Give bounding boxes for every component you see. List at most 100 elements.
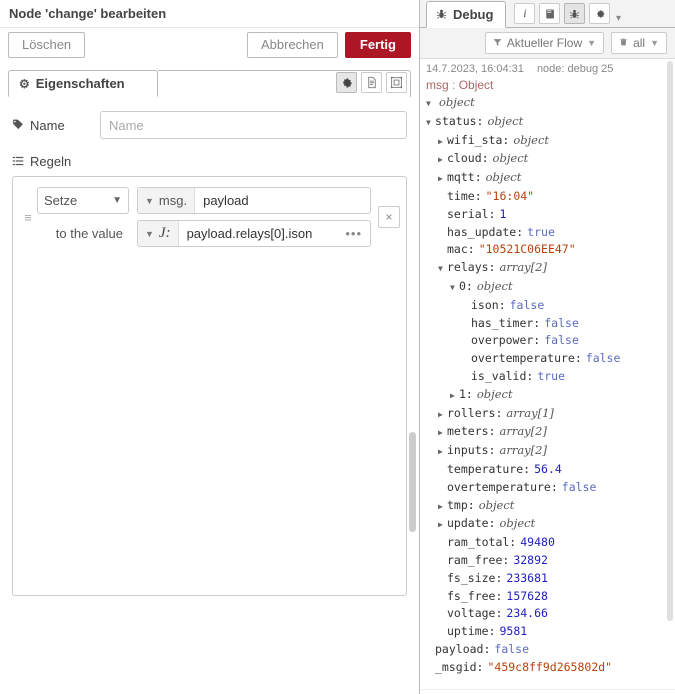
sidebar-more-icon[interactable]: ▾ (610, 13, 626, 24)
tree-node-key: status: (435, 113, 484, 128)
tree-node[interactable]: object (426, 94, 669, 113)
tree-node: mac: "10521C06EE47" (426, 241, 669, 259)
tree-node-key: payload: (435, 641, 491, 656)
tree-node-value: "10521C06EE47" (478, 242, 576, 257)
tree-node-value: false (585, 351, 621, 366)
name-label: Name (30, 117, 65, 133)
clear-messages-button[interactable]: all ▼ (611, 32, 667, 54)
name-input[interactable] (100, 111, 407, 139)
description-icon[interactable] (361, 72, 382, 93)
rule-property-type-label: msg. (158, 193, 188, 208)
rule-value-input[interactable]: ▼ J: payload.relays[0].ison ••• (137, 220, 371, 247)
settings-icon[interactable] (336, 72, 357, 93)
tree-node-value: 49480 (520, 535, 555, 550)
tree-node[interactable]: inputs:array[2] (426, 442, 669, 461)
tree-node[interactable]: 1:object (426, 386, 669, 405)
debug-scrollbar-thumb[interactable] (667, 61, 673, 621)
editor-scrollbar-thumb[interactable] (409, 432, 416, 532)
tree-node[interactable]: update:object (426, 515, 669, 534)
tree-node[interactable]: wifi_sta:object (426, 132, 669, 151)
flow-filter-label: Aktueller Flow (506, 36, 583, 50)
tree-node-key: inputs: (447, 443, 496, 458)
tree-node-key: tmp: (447, 497, 475, 512)
collapse-arrow-icon[interactable] (426, 95, 435, 113)
tree-node[interactable]: meters:array[2] (426, 423, 669, 442)
expand-arrow-icon[interactable] (438, 516, 447, 534)
tree-node[interactable]: mqtt:object (426, 169, 669, 188)
debug-message-pane[interactable]: 14.7.2023, 16:04:31 node: debug 25 msg :… (420, 58, 675, 694)
rule-value-expression[interactable]: payload.relays[0].ison (179, 226, 338, 241)
collapse-arrow-icon[interactable] (426, 114, 435, 132)
tree-node[interactable]: 0:object (426, 278, 669, 297)
bug-glyph (436, 9, 447, 19)
tree-node-key: ram_total: (447, 535, 517, 550)
tab-debug[interactable]: Debug (426, 1, 507, 28)
rule-drag-handle[interactable]: ≡ (19, 211, 37, 224)
tree-node: fs_size: 233681 (426, 570, 669, 588)
rule-delete-button[interactable]: × (378, 206, 400, 228)
tree-node[interactable]: tmp:object (426, 497, 669, 516)
tree-node-value: array[2] (499, 260, 547, 275)
tree-node-key: serial: (447, 206, 496, 221)
chevron-down-icon: ▼ (145, 195, 154, 206)
tree-node-value: 9581 (499, 624, 528, 639)
tree-node[interactable]: cloud:object (426, 150, 669, 169)
debug-bug-icon[interactable] (564, 3, 586, 24)
expand-arrow-icon[interactable] (438, 424, 447, 442)
tree-node: has_update: true (426, 224, 669, 242)
cancel-button[interactable]: Abbrechen (246, 32, 338, 58)
expand-arrow-icon[interactable] (450, 387, 459, 405)
tab-properties-label: Eigenschaften (35, 75, 125, 91)
flow-filter-button[interactable]: Aktueller Flow ▼ (484, 32, 605, 54)
tree-node: overtemperature: false (426, 479, 669, 497)
tree-node-key: uptime: (447, 624, 496, 639)
expand-arrow-icon[interactable] (438, 133, 447, 151)
done-button[interactable]: Fertig (344, 32, 411, 58)
delete-button[interactable]: Löschen (8, 32, 86, 58)
tree-node-value: false (544, 315, 579, 330)
tree-node-value: 56.4 (534, 461, 562, 476)
tree-node-value: false (494, 641, 530, 656)
expand-arrow-icon[interactable] (438, 406, 447, 424)
node-appearance-glyph (390, 76, 403, 89)
debug-node-name[interactable]: node: debug 25 (537, 63, 613, 75)
tab-properties[interactable]: ⚙ Eigenschaften (8, 70, 158, 97)
tree-node: temperature: 56.4 (426, 461, 669, 479)
debug-topic-type: Object (458, 78, 494, 92)
config-gear-icon[interactable] (589, 3, 611, 24)
tree-node-value: 157628 (506, 588, 548, 603)
tree-node-value: object (487, 113, 524, 128)
rule-action-select[interactable]: Setze ▼ (37, 187, 129, 214)
tree-node: has_timer: false (426, 315, 669, 333)
tree-node-value: array[1] (506, 405, 554, 420)
collapse-arrow-icon[interactable] (450, 279, 459, 297)
rule-action-value: Setze (44, 193, 78, 208)
tree-node-value: array[2] (499, 443, 547, 458)
tree-node-key: relays: (447, 260, 496, 275)
tree-node-value: object (485, 170, 522, 185)
tree-node[interactable]: rollers:array[1] (426, 405, 669, 424)
expand-arrow-icon[interactable] (438, 498, 447, 516)
expand-arrow-icon[interactable] (438, 170, 447, 188)
tree-node-key: has_update: (447, 224, 524, 239)
expand-arrow-icon[interactable] (438, 151, 447, 169)
expand-arrow-icon[interactable] (438, 443, 447, 461)
tree-node[interactable]: relays:array[2] (426, 259, 669, 278)
rule-property-input[interactable]: ▼ msg. payload (137, 187, 371, 214)
expand-editor-icon[interactable]: ••• (337, 226, 370, 241)
help-book-icon[interactable] (539, 3, 561, 24)
tree-node[interactable]: status:object (426, 113, 669, 132)
rule-property-type[interactable]: ▼ msg. (138, 188, 196, 213)
tab-debug-label: Debug (453, 7, 494, 22)
rule-to-label: to the value (55, 226, 123, 241)
tree-node-key: is_valid: (471, 368, 534, 383)
rule-property-value[interactable]: payload (195, 193, 370, 208)
tabstrip-buttons (336, 72, 407, 93)
tree-node: is_valid: true (426, 368, 669, 386)
appearance-icon[interactable] (386, 72, 407, 93)
rule-value-type[interactable]: ▼ J: (138, 221, 179, 246)
debug-object-tree[interactable]: objectstatus:objectwifi_sta:objectcloud:… (426, 94, 669, 683)
funnel-glyph (493, 39, 502, 46)
info-icon[interactable]: i (514, 3, 536, 24)
collapse-arrow-icon[interactable] (438, 260, 447, 278)
